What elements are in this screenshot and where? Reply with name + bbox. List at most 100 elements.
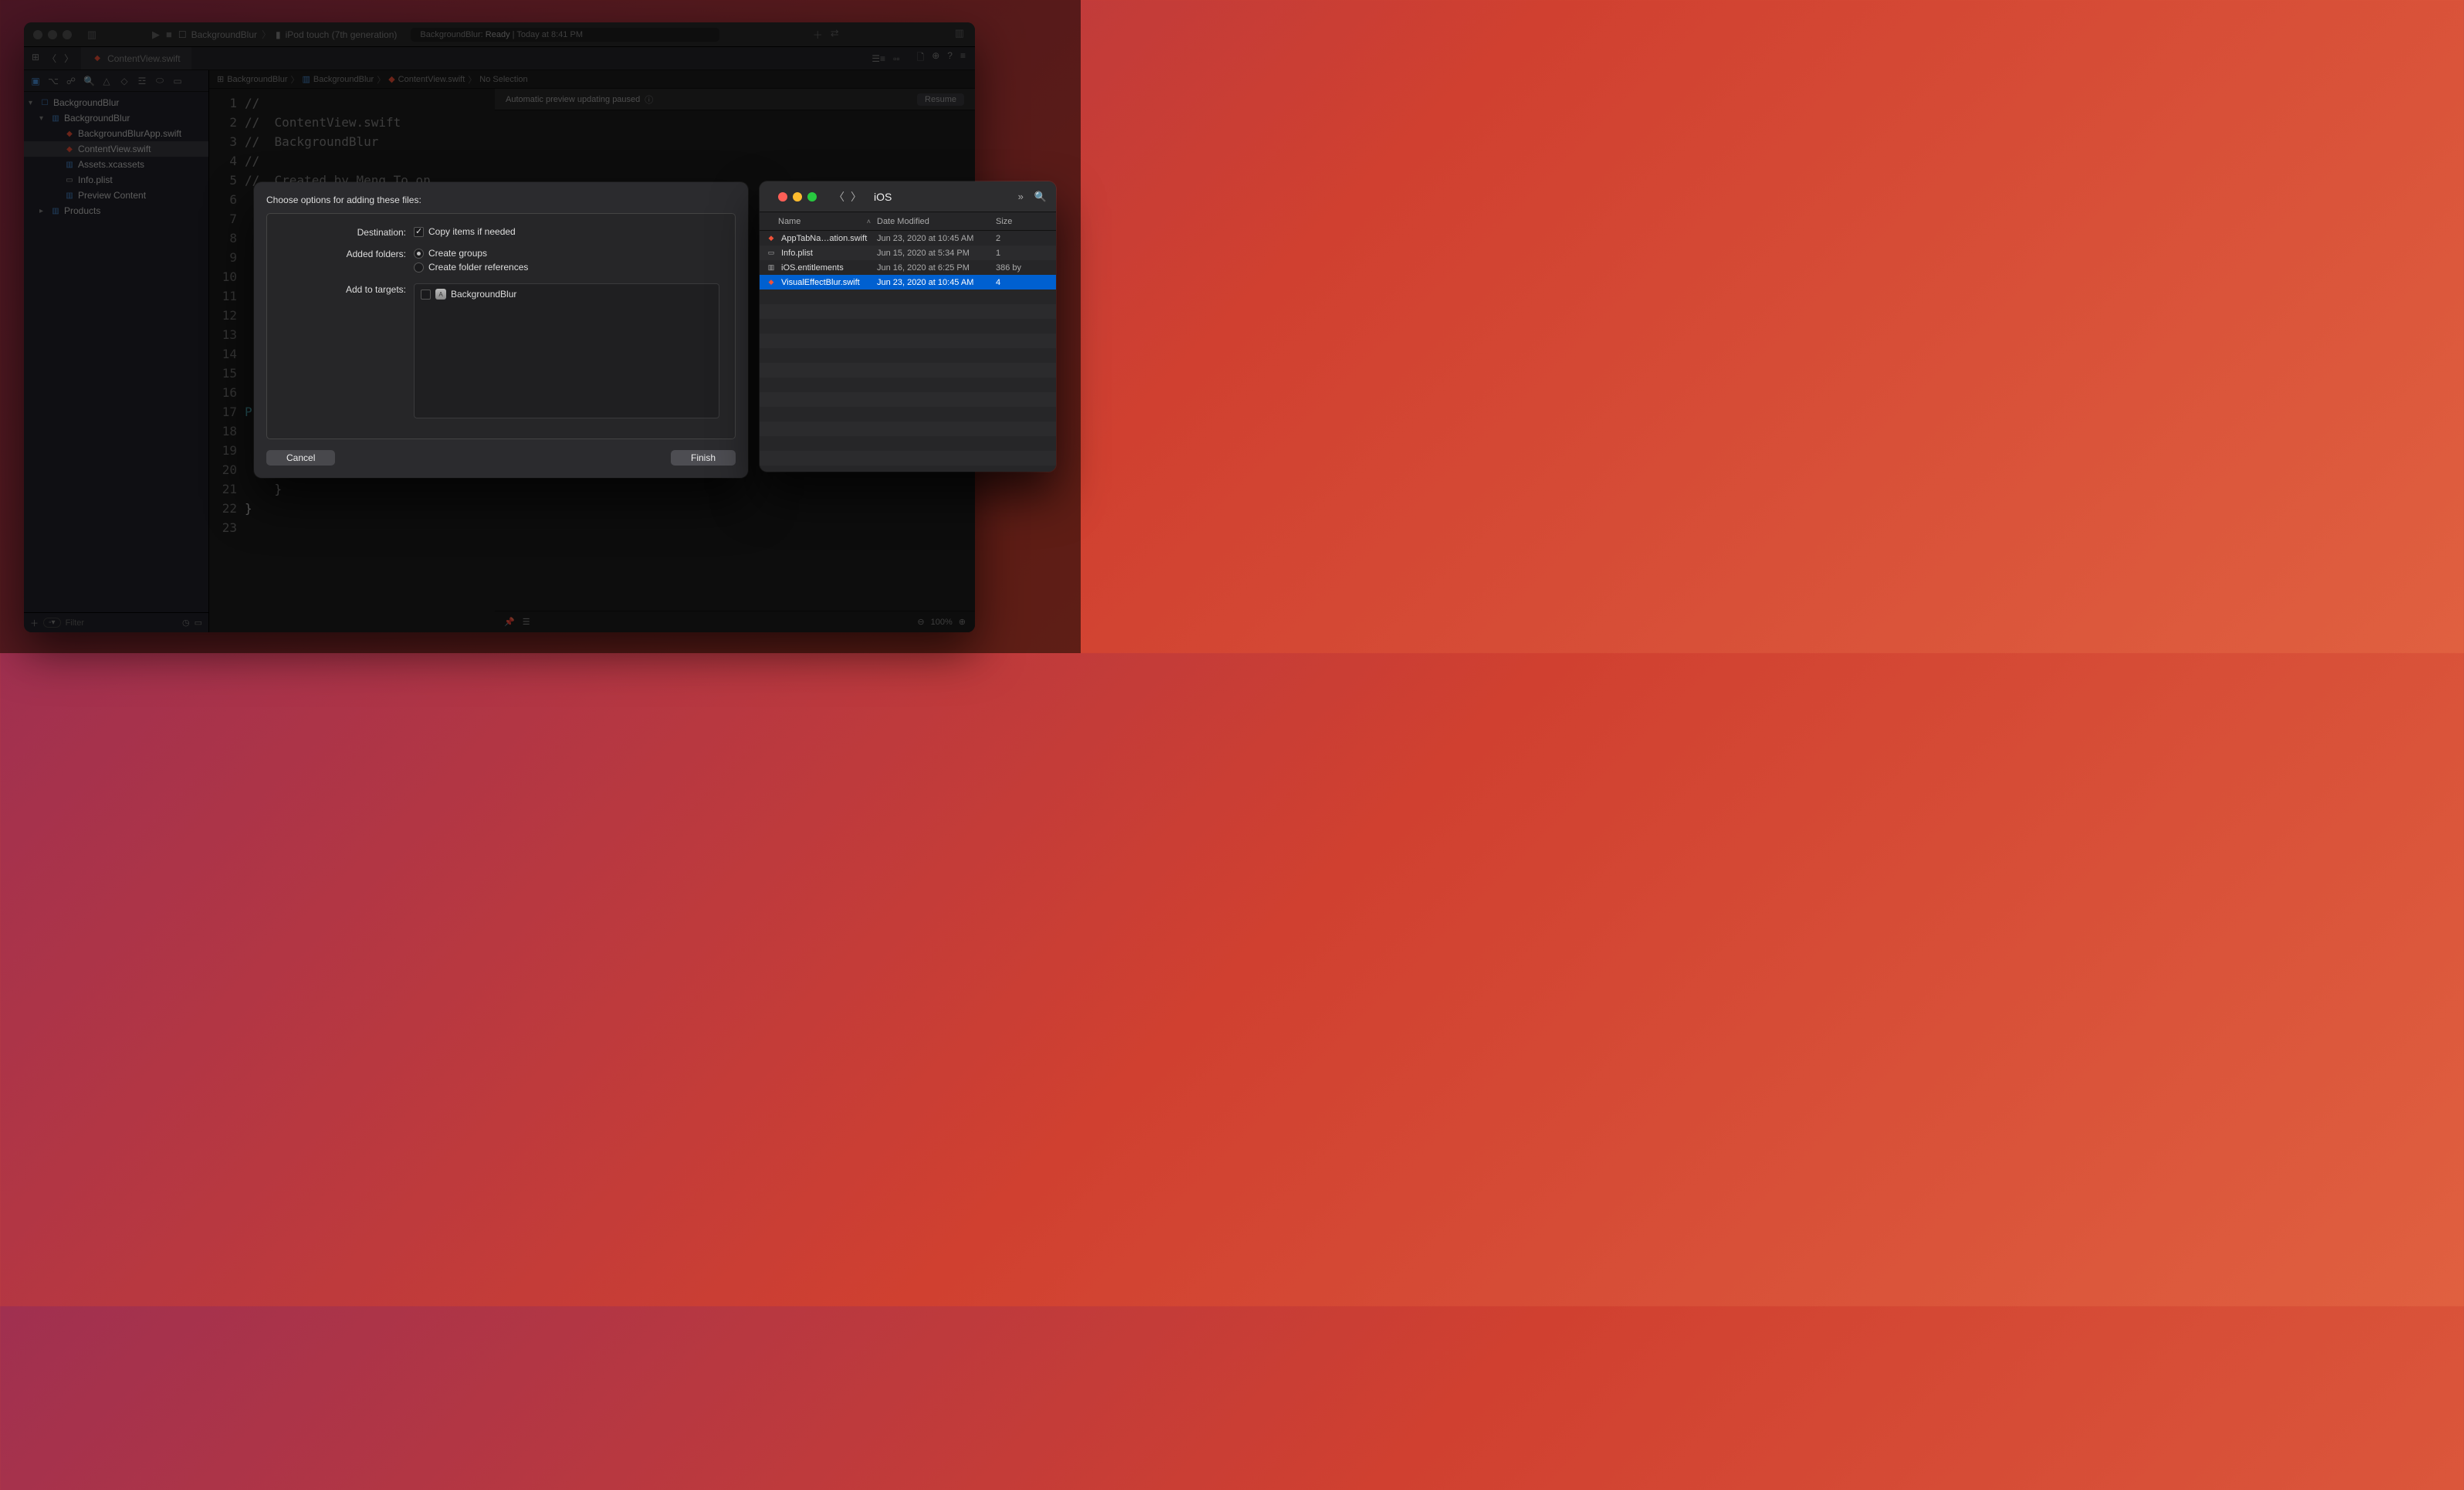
activity-viewer: BackgroundBlur: Ready | Today at 8:41 PM: [411, 28, 719, 42]
tree-item[interactable]: ▸▥Products: [24, 203, 208, 218]
grid-icon[interactable]: ⊞: [32, 52, 39, 65]
zoom-value: 100%: [931, 618, 953, 627]
target-checkbox[interactable]: [421, 290, 431, 300]
editor-tabbar: ⊞ 〈 〉 ◆ ContentView.swift ☰≡ ▫▫ 🗋 ⊕ ? ≡: [24, 47, 975, 70]
finder-row[interactable]: ▥iOS.entitlementsJun 16, 2020 at 6:25 PM…: [760, 260, 1056, 275]
filter-scope[interactable]: ◦▾: [43, 618, 61, 628]
preview-settings-icon[interactable]: ☰: [523, 617, 530, 627]
finder-title: iOS: [874, 191, 892, 203]
window-controls[interactable]: [24, 30, 81, 39]
dialog-title: Choose options for adding these files:: [266, 195, 736, 205]
create-groups-radio[interactable]: Create groups: [414, 248, 719, 259]
xcode-titlebar: ▥ ▶ ■ ☐ BackgroundBlur 〉 ▮ iPod touch (7…: [24, 22, 975, 47]
pin-icon[interactable]: 📌: [504, 617, 515, 627]
stop-button-icon[interactable]: ■: [166, 29, 172, 40]
navigator-sidebar: ▣ ⌥ ☍ 🔍 △ ◇ ☲ ⬭ ▭ ▾☐BackgroundBlur▾▥Back…: [24, 70, 209, 632]
device-icon: ▮: [276, 29, 281, 40]
minimize-icon[interactable]: [48, 30, 57, 39]
add-targets-label: Add to targets:: [283, 283, 406, 295]
debug-nav-icon[interactable]: ☲: [137, 76, 147, 86]
finder-column-header[interactable]: Name˄ Date Modified Size: [760, 212, 1056, 231]
add-icon[interactable]: ＋: [30, 617, 39, 629]
back-icon[interactable]: 〈: [47, 52, 56, 65]
info-icon[interactable]: ⓘ: [645, 93, 653, 106]
zoom-icon[interactable]: [63, 30, 72, 39]
tree-item[interactable]: ▾▥BackgroundBlur: [24, 110, 208, 126]
navigator-filter-bar: ＋ ◦▾ Filter ◷ ▭: [24, 612, 208, 632]
clock-icon[interactable]: ◷: [182, 618, 190, 628]
project-tree[interactable]: ▾☐BackgroundBlur▾▥BackgroundBlur◆Backgro…: [24, 92, 208, 612]
zoom-icon[interactable]: [807, 192, 817, 201]
report-nav-icon[interactable]: ▭: [172, 76, 183, 86]
lib-icon[interactable]: ▥: [955, 27, 964, 42]
inspector-toggle-icon[interactable]: ≡: [960, 50, 966, 66]
target-name: BackgroundBlur: [451, 289, 516, 300]
finder-file-list[interactable]: ◆AppTabNa…ation.swiftJun 23, 2020 at 10:…: [760, 231, 1056, 472]
finder-row[interactable]: ▭Info.plistJun 15, 2020 at 5:34 PM1: [760, 246, 1056, 260]
resume-button[interactable]: Resume: [917, 93, 964, 106]
symbol-nav-icon[interactable]: ☍: [66, 76, 76, 86]
added-folders-label: Added folders:: [283, 248, 406, 259]
scheme-selector[interactable]: ☐ BackgroundBlur 〉 ▮ iPod touch (7th gen…: [178, 28, 398, 41]
tree-item[interactable]: ▥Assets.xcassets: [24, 157, 208, 172]
checkbox-icon[interactable]: [414, 227, 424, 237]
zoom-out-icon[interactable]: ⊖: [917, 617, 924, 627]
copy-items-checkbox[interactable]: Copy items if needed: [414, 226, 719, 237]
cancel-button[interactable]: Cancel: [266, 450, 335, 466]
finder-titlebar: 〈 〉 iOS » 🔍: [760, 181, 1056, 212]
back-icon[interactable]: 〈: [834, 189, 844, 205]
forward-icon[interactable]: 〉: [64, 52, 73, 65]
tree-item[interactable]: ◆BackgroundBlurApp.swift: [24, 126, 208, 141]
destination-label: Destination:: [283, 226, 406, 238]
forward-icon[interactable]: 〉: [851, 189, 861, 205]
help-icon[interactable]: ?: [947, 50, 953, 66]
finder-row[interactable]: ◆VisualEffectBlur.swiftJun 23, 2020 at 1…: [760, 275, 1056, 290]
tab-label: ContentView.swift: [107, 53, 181, 64]
find-icon[interactable]: 🔍: [83, 76, 94, 86]
sidebar-toggle-icon[interactable]: ▥: [86, 29, 98, 41]
finder-row[interactable]: ◆AppTabNa…ation.swiftJun 23, 2020 at 10:…: [760, 231, 1056, 246]
file-plus-icon[interactable]: 🗋: [917, 50, 925, 66]
tree-item[interactable]: ▾☐BackgroundBlur: [24, 95, 208, 110]
app-icon: A: [435, 289, 446, 300]
date-column[interactable]: Date Modified: [877, 217, 996, 226]
sort-indicator-icon: ˄: [867, 218, 871, 225]
scm-filter-icon[interactable]: ▭: [195, 618, 202, 628]
link-icon[interactable]: ⇄: [831, 27, 839, 42]
plus-icon[interactable]: ＋: [813, 27, 823, 42]
add-editor-icon[interactable]: ▫▫: [893, 53, 900, 64]
issue-nav-icon[interactable]: △: [101, 76, 112, 86]
tree-item[interactable]: ▥Preview Content: [24, 188, 208, 203]
minimize-icon[interactable]: [793, 192, 802, 201]
create-refs-radio[interactable]: Create folder references: [414, 262, 719, 273]
size-column[interactable]: Size: [996, 217, 1056, 226]
tree-item[interactable]: ◆ContentView.swift: [24, 141, 208, 157]
swift-icon: ◆: [92, 53, 103, 64]
test-nav-icon[interactable]: ◇: [119, 76, 130, 86]
radio-icon[interactable]: [414, 249, 424, 259]
folder-nav-icon[interactable]: ▣: [30, 76, 41, 86]
finder-window: 〈 〉 iOS » 🔍 Name˄ Date Modified Size ◆Ap…: [760, 181, 1056, 472]
search-icon[interactable]: 🔍: [1034, 191, 1047, 203]
scheme-device: iPod touch (7th generation): [286, 29, 398, 40]
tab-contentview[interactable]: ◆ ContentView.swift: [81, 47, 191, 69]
targets-list[interactable]: A BackgroundBlur: [414, 283, 719, 418]
jump-bar[interactable]: ⊞ BackgroundBlur〉 ▥ BackgroundBlur〉 ◆ Co…: [209, 70, 975, 89]
more-icon[interactable]: »: [1018, 191, 1024, 203]
filter-input[interactable]: Filter: [66, 618, 178, 628]
preview-banner-text: Automatic preview updating paused: [506, 95, 640, 104]
close-icon[interactable]: [778, 192, 787, 201]
breakpoint-nav-icon[interactable]: ⬭: [154, 75, 165, 86]
editor-options-icon[interactable]: ☰≡: [872, 53, 885, 64]
scheme-project: BackgroundBlur: [191, 29, 257, 40]
source-control-icon[interactable]: ⌥: [48, 76, 59, 86]
close-icon[interactable]: [33, 30, 42, 39]
tree-item[interactable]: ▭Info.plist: [24, 172, 208, 188]
run-button-icon[interactable]: ▶: [152, 29, 160, 41]
circle-plus-icon[interactable]: ⊕: [932, 50, 939, 66]
finish-button[interactable]: Finish: [671, 450, 736, 466]
navigator-selector: ▣ ⌥ ☍ 🔍 △ ◇ ☲ ⬭ ▭: [24, 70, 208, 92]
zoom-in-icon[interactable]: ⊕: [959, 617, 966, 627]
radio-icon[interactable]: [414, 262, 424, 273]
add-files-dialog: Choose options for adding these files: D…: [254, 182, 748, 478]
